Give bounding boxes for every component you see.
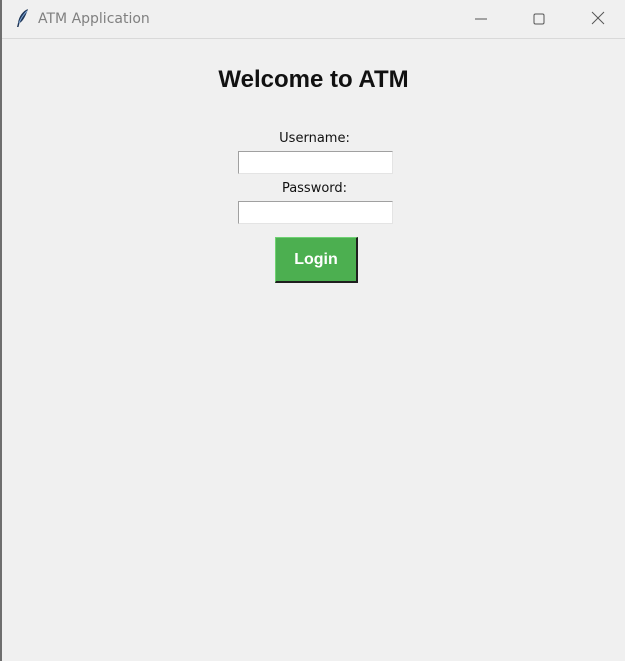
- login-panel: Welcome to ATM Username: Password: Login: [2, 39, 625, 661]
- window-title: ATM Application: [38, 11, 150, 27]
- minimize-icon: [475, 10, 487, 29]
- password-field[interactable]: [238, 201, 393, 224]
- feather-icon: [14, 8, 32, 28]
- maximize-icon: [533, 10, 545, 29]
- close-button[interactable]: [575, 0, 621, 38]
- maximize-button[interactable]: [516, 0, 562, 38]
- username-label: Username:: [279, 131, 350, 146]
- username-field[interactable]: [238, 151, 393, 174]
- minimize-button[interactable]: [458, 0, 504, 38]
- password-label: Password:: [281, 181, 348, 196]
- close-icon: [591, 10, 605, 29]
- login-button[interactable]: Login: [275, 237, 358, 283]
- page-title: Welcome to ATM: [218, 66, 409, 93]
- app-window: ATM Application Welcome to ATM Username:…: [0, 0, 625, 661]
- title-bar[interactable]: ATM Application: [2, 0, 625, 39]
